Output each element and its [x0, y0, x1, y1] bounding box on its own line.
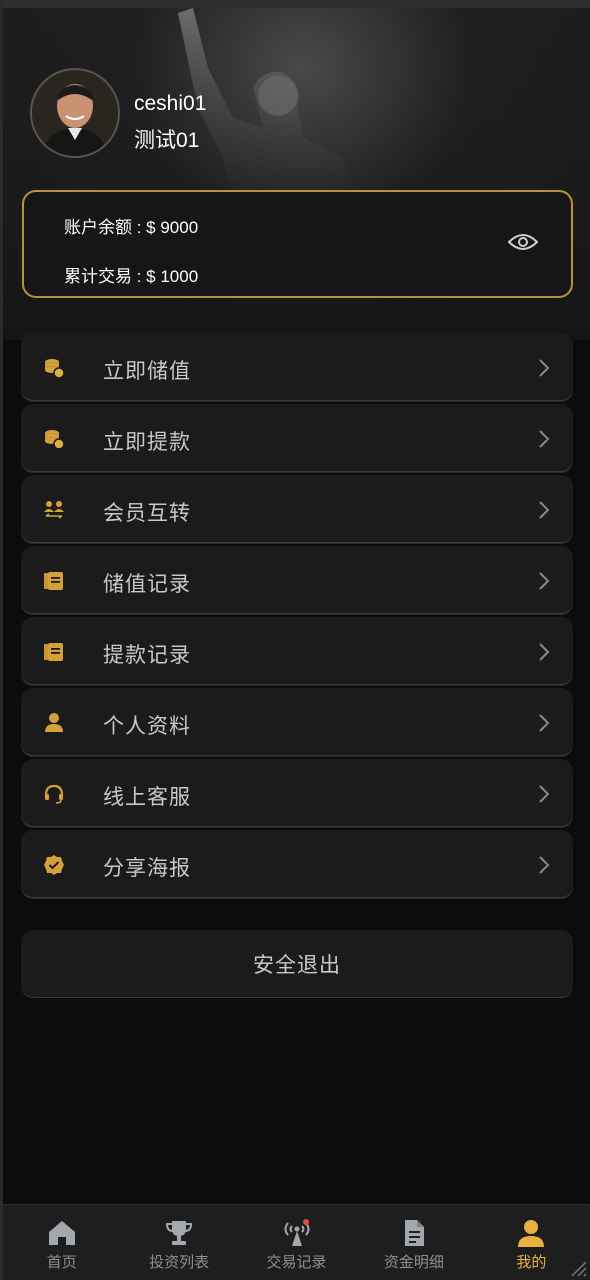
menu-item-deposit-records[interactable]: 储值记录	[21, 546, 573, 614]
menu-item-member-transfer[interactable]: 会员互转	[21, 475, 573, 543]
tab-label: 交易记录	[266, 1254, 327, 1271]
chevron-right-icon	[539, 501, 550, 519]
profile-page: ceshi01 测试01 账户余额 : $ 9000 累计交易 : $ 1000	[0, 0, 590, 1280]
menu-item-deposit[interactable]: 立即储值	[21, 333, 573, 401]
menu-item-profile[interactable]: 个人资料	[21, 688, 573, 756]
menu-item-label: 储值记录	[103, 573, 191, 596]
menu-item-withdraw[interactable]: 立即提款	[21, 404, 573, 472]
user-icon	[518, 1220, 545, 1247]
menu-item-label: 会员互转	[103, 502, 191, 525]
balance-card: 账户余额 : $ 9000 累计交易 : $ 1000	[22, 190, 573, 298]
chevron-right-icon	[539, 714, 550, 732]
tab-fund-details[interactable]: 资金明细	[355, 1205, 472, 1280]
chevron-right-icon	[539, 572, 550, 590]
menu-item-label: 分享海报	[103, 857, 191, 880]
badge-check-icon	[44, 855, 64, 875]
chevron-right-icon	[539, 359, 550, 377]
menu-item-label: 立即储值	[103, 360, 191, 383]
resize-handle-icon[interactable]	[566, 1256, 588, 1278]
menu-item-label: 提款记录	[103, 644, 191, 667]
tab-label: 资金明细	[383, 1254, 444, 1271]
nickname: 测试01	[134, 129, 200, 152]
username: ceshi01	[134, 92, 207, 115]
ledger-icon	[44, 572, 63, 590]
chevron-right-icon	[539, 856, 550, 874]
menu-item-label: 个人资料	[103, 715, 191, 738]
total-transactions: 累计交易 : $ 1000	[64, 267, 199, 286]
home-icon	[48, 1221, 75, 1245]
broadcast-icon	[284, 1219, 310, 1246]
transfer-users-icon	[44, 501, 64, 519]
menu-item-withdraw-records[interactable]: 提款记录	[21, 617, 573, 685]
trophy-icon	[166, 1221, 193, 1245]
chevron-right-icon	[539, 643, 550, 661]
menu-item-label: 线上客服	[103, 786, 191, 809]
account-balance: 账户余额 : $ 9000	[64, 218, 199, 237]
coins-icon	[45, 430, 65, 450]
document-icon	[404, 1220, 424, 1246]
profile-header: ceshi01 测试01 账户余额 : $ 9000 累计交易 : $ 1000	[3, 8, 590, 340]
tab-trade-records[interactable]: 交易记录	[238, 1205, 355, 1280]
account-menu: 立即储值 立即提款 会员互转 储值记录 提款记录 个人资料 线上客服 分享海报	[21, 333, 573, 901]
coins-icon	[45, 359, 65, 379]
tab-investment-list[interactable]: 投资列表	[120, 1205, 237, 1280]
chevron-right-icon	[539, 785, 550, 803]
tab-label: 投资列表	[149, 1254, 210, 1271]
menu-item-customer-service[interactable]: 线上客服	[21, 759, 573, 827]
menu-item-share-poster[interactable]: 分享海报	[21, 830, 573, 898]
avatar-portrait	[32, 70, 118, 156]
eye-icon	[508, 234, 538, 250]
toggle-balance-visibility-button[interactable]	[503, 224, 543, 260]
ledger-icon	[44, 643, 63, 661]
bottom-tab-bar: 首页 投资列表 交易记录 资金明细 我的	[3, 1204, 590, 1280]
tab-label: 首页	[46, 1254, 77, 1271]
tab-home[interactable]: 首页	[3, 1205, 120, 1280]
user-icon	[45, 713, 63, 732]
chevron-right-icon	[539, 430, 550, 448]
logout-button[interactable]: 安全退出	[21, 930, 573, 998]
menu-item-label: 立即提款	[103, 431, 191, 454]
headset-icon	[44, 784, 64, 804]
avatar[interactable]	[30, 68, 120, 158]
